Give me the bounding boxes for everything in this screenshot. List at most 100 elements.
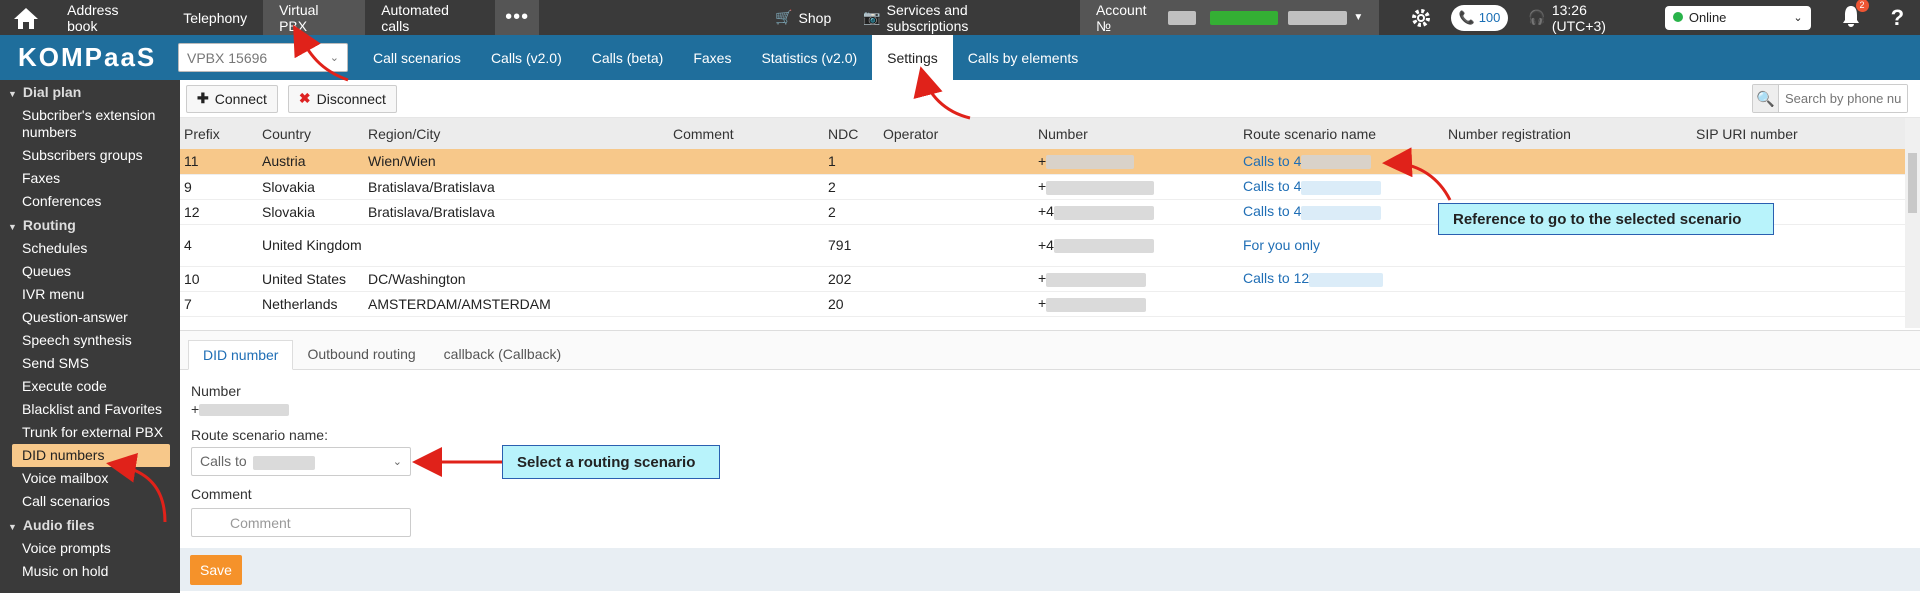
top-navigation-bar: Address book Telephony Virtual PBX Autom… (0, 0, 1920, 35)
column-header[interactable]: Comment (669, 118, 824, 149)
sidebar-group-routing[interactable]: ▼ Routing (0, 213, 180, 237)
sidebar-item-trunk[interactable]: Trunk for external PBX (0, 421, 180, 444)
scenario-link-label: Calls to 4 (1243, 178, 1302, 195)
nav-virtual-pbx[interactable]: Virtual PBX (263, 0, 366, 35)
tab-calls-beta[interactable]: Calls (beta) (577, 35, 679, 80)
sidebar-item-speech-synthesis[interactable]: Speech synthesis (0, 329, 180, 352)
column-header[interactable]: SIP URI number (1692, 118, 1905, 149)
cell (1444, 174, 1692, 200)
tab-did-number[interactable]: DID number (188, 340, 294, 370)
search-icon[interactable]: 🔍 (1753, 85, 1779, 112)
cell: DC/Washington (364, 266, 669, 292)
search-input[interactable] (1779, 85, 1907, 112)
column-header[interactable]: Prefix (180, 118, 258, 149)
home-icon[interactable] (0, 0, 51, 35)
sidebar-group-audio-files[interactable]: ▼ Audio files (0, 513, 180, 537)
scenario-link[interactable]: For you only (1239, 224, 1444, 267)
nav-telephony[interactable]: Telephony (167, 0, 263, 35)
nav-services[interactable]: 📷 Services and subscriptions (847, 0, 1066, 35)
tab-faxes[interactable]: Faxes (678, 35, 746, 80)
column-header[interactable]: Region/City (364, 118, 669, 149)
blurred-text (1046, 297, 1147, 312)
sidebar-item-subscribers-groups[interactable]: Subscribers groups (0, 144, 180, 167)
gear-icon[interactable] (1399, 0, 1442, 35)
tab-callback[interactable]: callback (Callback) (430, 339, 575, 369)
cell (669, 266, 824, 292)
column-header[interactable]: Number (1034, 118, 1239, 149)
blurred-text (1209, 10, 1279, 25)
comment-input[interactable]: Comment (191, 508, 411, 537)
table-row[interactable]: 11 Austria Wien/Wien 1 + Calls to 4 (180, 149, 1905, 175)
sidebar-item-queues[interactable]: Queues (0, 260, 180, 283)
account-selector[interactable]: Account № ▼ (1079, 0, 1380, 35)
table-header-row: Prefix Country Region/City Comment NDC Operat… (180, 118, 1905, 149)
cell: Slovakia (258, 199, 364, 225)
plus-icon: ✚ (197, 90, 209, 106)
sidebar-item-voice-prompts[interactable]: Voice prompts (0, 537, 180, 560)
sidebar-item-music-on-hold[interactable]: Music on hold (0, 560, 180, 583)
sidebar-item-schedules[interactable]: Schedules (0, 237, 180, 260)
scrollbar-thumb[interactable] (1908, 153, 1917, 213)
column-header[interactable]: Route scenario name (1239, 118, 1444, 149)
comment-label: Comment (191, 486, 252, 502)
nav-shop[interactable]: 🛒 Shop (759, 0, 847, 35)
column-header[interactable]: Country (258, 118, 364, 149)
sidebar-item-ivr-menu[interactable]: IVR menu (0, 283, 180, 306)
sidebar-item-question-answer[interactable]: Question-answer (0, 306, 180, 329)
save-button[interactable]: Save (190, 555, 242, 585)
bell-icon[interactable]: 2 (1841, 0, 1869, 31)
scenario-link[interactable]: Calls to 12 (1239, 266, 1444, 292)
blurred-text (1168, 10, 1196, 25)
table-row[interactable]: 9 Slovakia Bratislava/Bratislava 2 + Calls to… (180, 174, 1905, 200)
scenario-link[interactable]: Calls to 4 (1239, 174, 1444, 200)
nav-services-label: Services and subscriptions (886, 1, 969, 34)
status-dot-icon (1672, 12, 1683, 22)
tab-call-scenarios[interactable]: Call scenarios (358, 35, 476, 80)
table-row[interactable]: 7 Netherlands AMSTERDAM/AMSTERDAM 20 + (180, 291, 1905, 317)
cell-number: +4 (1038, 236, 1054, 253)
help-icon[interactable]: ? (1875, 0, 1920, 35)
cell: 11 (180, 149, 258, 175)
more-menu-icon[interactable]: ••• (495, 0, 540, 35)
sidebar-group-dial-plan[interactable]: ▼ Dial plan (0, 80, 180, 104)
calls-counter[interactable]: 📞 100 (1450, 4, 1509, 31)
connect-button[interactable]: ✚ Connect (186, 84, 278, 113)
route-scenario-select[interactable]: Calls to ⌄ (191, 447, 411, 476)
details-panel: DID number Outbound routing callback (Ca… (180, 330, 1920, 593)
scenario-link[interactable]: Calls to 4 (1239, 149, 1444, 175)
tab-calls-by-elements[interactable]: Calls by elements (953, 35, 1094, 80)
table-scrollbar[interactable] (1905, 118, 1920, 328)
cell (669, 174, 824, 200)
column-header[interactable]: NDC (824, 118, 879, 149)
sidebar-item-extension-numbers[interactable]: Subcriber's extension numbers (0, 104, 180, 144)
nav-address-book[interactable]: Address book (51, 0, 167, 35)
sidebar-item-faxes[interactable]: Faxes (0, 167, 180, 190)
column-header[interactable]: Number registration (1444, 118, 1692, 149)
sidebar-item-blacklist[interactable]: Blacklist and Favorites (0, 398, 180, 421)
nav-automated-calls[interactable]: Automated calls (365, 0, 495, 35)
sidebar-item-voice-mailbox[interactable]: Voice mailbox (0, 467, 180, 490)
table-row[interactable]: 10 United States DC/Washington 202 + Calls to… (180, 266, 1905, 292)
sidebar-item-did-numbers[interactable]: DID numbers (12, 444, 170, 467)
sidebar-item-send-sms[interactable]: Send SMS (0, 352, 180, 375)
scenario-link[interactable]: Calls to 4 (1239, 199, 1444, 225)
cell: 4 (180, 224, 258, 267)
status-select[interactable]: Online ⌄ (1664, 5, 1811, 30)
number-cell: +4 (1034, 224, 1239, 267)
disconnect-button[interactable]: ✖ Disconnect (287, 84, 397, 113)
nav-shop-label: Shop (798, 9, 832, 26)
tab-calls-v2[interactable]: Calls (v2.0) (476, 35, 577, 80)
cell (1444, 266, 1692, 292)
tab-settings[interactable]: Settings (872, 35, 953, 80)
calls-count: 100 (1478, 10, 1501, 25)
sidebar-item-call-scenarios[interactable]: Call scenarios (0, 490, 180, 513)
sidebar-item-conferences[interactable]: Conferences (0, 190, 180, 213)
status-value: Online (1688, 10, 1727, 25)
column-header[interactable]: Operator (879, 118, 1034, 149)
number-cell: + (1034, 291, 1239, 317)
vpbx-select[interactable]: VPBX 15696 ⌄ (178, 43, 348, 72)
blurred-text (1053, 239, 1154, 254)
tab-statistics[interactable]: Statistics (v2.0) (746, 35, 872, 80)
tab-outbound-routing[interactable]: Outbound routing (293, 339, 429, 369)
sidebar-item-execute-code[interactable]: Execute code (0, 375, 180, 398)
